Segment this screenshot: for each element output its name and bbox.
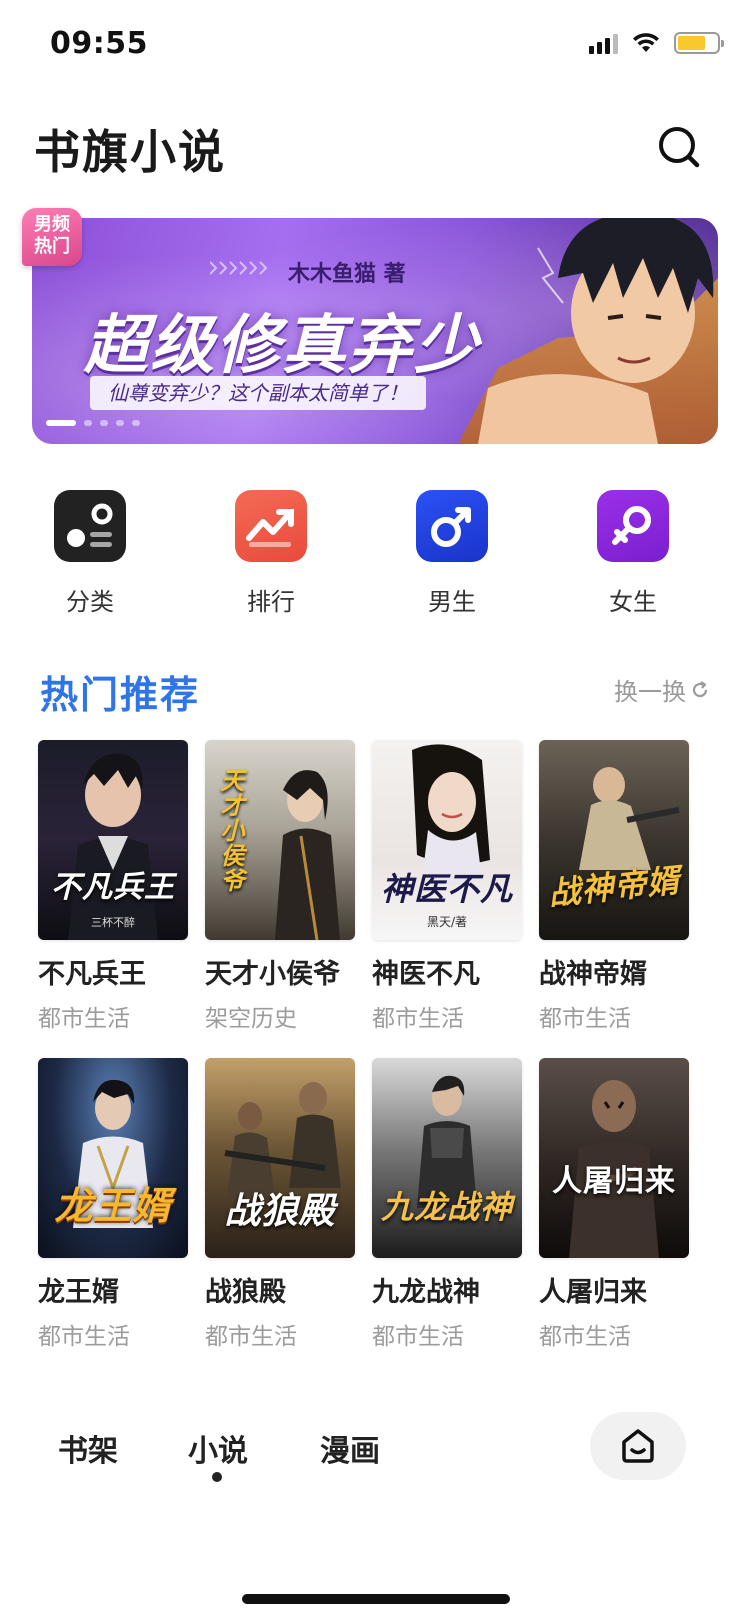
book-card[interactable]: 神医不凡 黑天/著 神医不凡 都市生活 [372, 740, 522, 1033]
pagination-dot[interactable] [46, 420, 76, 426]
book-card[interactable]: 天才小侯爷 天才小侯爷 架空历史 [205, 740, 355, 1033]
refresh-button[interactable]: 换一换 [614, 672, 710, 707]
book-title: 战狼殿 [205, 1277, 286, 1308]
banner-pagination [46, 420, 140, 426]
book-cover: 战神帝婿 [539, 740, 689, 940]
book-title: 神医不凡 [372, 959, 480, 990]
refresh-icon [692, 680, 708, 697]
book-genre: 都市生活 [372, 1006, 464, 1032]
book-title: 九龙战神 [372, 1277, 480, 1308]
cellular-signal-icon [589, 32, 618, 54]
shortcut-male[interactable]: 男生 [392, 490, 512, 617]
banner-tag: 男频 热门 [22, 208, 82, 266]
book-genre: 架空历史 [205, 1006, 297, 1032]
bottom-tab-bar: 书架 小说 漫画 [0, 1400, 750, 1500]
pagination-dot[interactable] [84, 420, 92, 426]
pagination-dot[interactable] [100, 420, 108, 426]
promo-banner[interactable]: 木木鱼猫 著 超级修真弃少 仙尊变弃少？这个副本太简单了！ [32, 218, 718, 444]
app-title: 书旗小说 [34, 125, 226, 179]
book-title: 战神帝婿 [539, 959, 647, 990]
book-title: 天才小侯爷 [205, 959, 340, 990]
shortcut-ranking[interactable]: 排行 [211, 490, 331, 617]
female-icon [597, 490, 669, 562]
book-card[interactable]: 九龙战神 九龙战神 都市生活 [372, 1058, 522, 1351]
book-cover: 人屠归来 [539, 1058, 689, 1258]
cover-title: 人屠归来 [552, 1164, 676, 1199]
home-icon [622, 1429, 654, 1463]
refresh-label: 换一换 [614, 678, 686, 706]
book-genre: 都市生活 [539, 1324, 631, 1350]
cover-title: 不凡兵王 [51, 870, 175, 905]
home-button[interactable] [590, 1412, 686, 1480]
tab-comic[interactable]: 漫画 [320, 1426, 380, 1470]
book-card[interactable]: 战神帝婿 战神帝婿 都市生活 [539, 740, 689, 1033]
active-tab-indicator [212, 1472, 222, 1482]
book-card[interactable]: 战狼殿 战狼殿 都市生活 [205, 1058, 355, 1351]
book-genre: 都市生活 [38, 1006, 130, 1032]
tab-novel[interactable]: 小说 [188, 1426, 248, 1470]
home-indicator-bar [242, 1594, 510, 1604]
app-header: 书旗小说 [0, 110, 750, 190]
recommend-section-header: 热门推荐 换一换 [0, 660, 750, 720]
book-cover: 九龙战神 [372, 1058, 522, 1258]
banner-author: 木木鱼猫 著 [288, 262, 406, 287]
book-title: 龙王婿 [38, 1277, 119, 1308]
shortcut-label: 女生 [609, 588, 657, 616]
cover-title: 战狼殿 [224, 1191, 336, 1232]
status-bar: 09:55 [0, 0, 750, 92]
book-card[interactable]: 不凡兵王 三杯不醉 不凡兵王 都市生活 [38, 740, 188, 1033]
pagination-dot[interactable] [132, 420, 140, 426]
cover-title: 天才小侯爷 [216, 767, 244, 893]
book-card[interactable]: 龙王婿 龙王婿 都市生活 [38, 1058, 188, 1351]
book-genre: 都市生活 [38, 1324, 130, 1350]
category-shortcuts: 分类 排行 男生 女生 [0, 490, 750, 620]
book-genre: 都市生活 [205, 1324, 297, 1350]
book-cover: 战狼殿 [205, 1058, 355, 1258]
wifi-icon [633, 33, 659, 52]
male-icon [416, 490, 488, 562]
book-title: 不凡兵王 [38, 959, 146, 990]
shortcut-label: 分类 [66, 588, 114, 616]
status-time: 09:55 [50, 26, 148, 61]
banner-book-title: 超级修真弃少 [84, 309, 480, 383]
book-cover: 神医不凡 黑天/著 [372, 740, 522, 940]
book-cover: 天才小侯爷 [205, 740, 355, 940]
book-cover: 龙王婿 [38, 1058, 188, 1258]
cover-title: 九龙战神 [380, 1188, 513, 1226]
cover-author: 三杯不醉 [91, 916, 135, 929]
battery-icon [674, 32, 724, 54]
shortcut-label: 排行 [247, 588, 295, 616]
cover-title: 龙王婿 [54, 1184, 172, 1228]
section-title: 热门推荐 [40, 672, 201, 717]
shortcut-label: 男生 [428, 588, 476, 616]
banner-tagline: 仙尊变弃少？这个副本太简单了！ [90, 376, 426, 410]
book-cover: 不凡兵王 三杯不醉 [38, 740, 188, 940]
tab-bookshelf[interactable]: 书架 [58, 1426, 118, 1470]
app-screen: 09:55 书旗小说 木木鱼猫 著 超级修真弃少 仙尊变弃少？这个副本太简单了！… [0, 0, 750, 1624]
search-icon[interactable] [656, 124, 702, 170]
category-icon [54, 490, 126, 562]
book-title: 人屠归来 [539, 1277, 647, 1308]
book-genre: 都市生活 [539, 1006, 631, 1032]
shortcut-category[interactable]: 分类 [30, 490, 150, 617]
ranking-icon [235, 490, 307, 562]
book-card[interactable]: 人屠归来 人屠归来 都市生活 [539, 1058, 689, 1351]
pagination-dot[interactable] [116, 420, 124, 426]
shortcut-female[interactable]: 女生 [573, 490, 693, 617]
status-icons [589, 32, 724, 54]
cover-title: 神医不凡 [380, 870, 513, 908]
book-genre: 都市生活 [372, 1324, 464, 1350]
cover-author: 黑天/著 [426, 915, 468, 929]
